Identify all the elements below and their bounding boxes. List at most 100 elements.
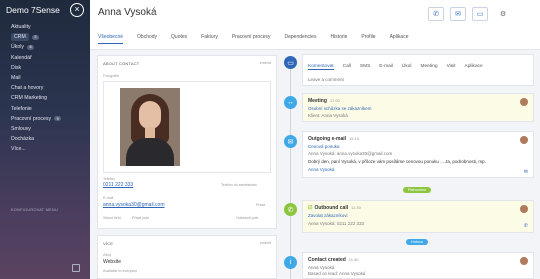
- sidebar-item-label: Aktuality: [11, 24, 31, 31]
- email-value[interactable]: anna.vysoka30@gmail.com: [103, 202, 165, 208]
- meeting-icon: ↔: [284, 96, 297, 109]
- composer-tab-meeting[interactable]: Meeting: [420, 64, 437, 70]
- sidebar-item-vice[interactable]: Více...: [0, 144, 90, 154]
- tab-pracovni-procesy[interactable]: Pracovní procesy: [232, 34, 271, 44]
- sidebar-item-pracovni-procesy[interactable]: Pracovní procesy 9: [0, 114, 90, 124]
- contact-name: Anna Vysoká: [98, 7, 157, 18]
- sidebar-menu: Aktuality CRM 2 Úkoly 6 Kalendář Disk Mail…: [0, 20, 90, 154]
- tab-quotes[interactable]: Quotes: [171, 34, 187, 44]
- select-field-label[interactable]: Select field: [103, 216, 121, 220]
- pencil-icon[interactable]: ✎: [152, 10, 157, 17]
- entry-lead: Based on lead: Anna Vysoká: [308, 271, 366, 276]
- phone-type: Telefon do zaměstnání: [221, 183, 258, 187]
- sidebar-item-dochazka[interactable]: Docházka: [0, 134, 90, 144]
- phone-button[interactable]: ✆: [428, 7, 444, 21]
- card-title: VÍCE: [103, 241, 114, 246]
- tab-profile[interactable]: Profile: [361, 34, 375, 44]
- counter-badge: 2: [31, 34, 39, 40]
- entry-subject[interactable]: Osobní schůzka se zákazníkem: [308, 106, 372, 111]
- photo-frame[interactable]: [103, 81, 271, 173]
- sidebar-item-aktuality[interactable]: Aktuality: [0, 22, 90, 32]
- sidebar-item-label: Mail: [11, 75, 21, 82]
- portal-title[interactable]: Demo 7Sense: [6, 5, 60, 15]
- sidebar-item-kalendar[interactable]: Kalendář: [0, 53, 90, 63]
- composer-tab-sms[interactable]: SMS: [360, 64, 370, 70]
- close-icon[interactable]: ×: [70, 3, 84, 17]
- envelope-icon: ✉: [284, 135, 297, 148]
- timeline-entry-email[interactable]: Outgoing e-mail 15:15 Cenová ponuka Anna …: [302, 131, 534, 178]
- entry-client[interactable]: Anna Vysoká: [308, 167, 334, 172]
- timeline-entry-call[interactable]: ☑ Outbound call 11:30 Zavolat zákazníkovi …: [302, 200, 534, 233]
- entry-client[interactable]: Anna Vysoká: 0211 222 333: [308, 221, 364, 226]
- info-icon: i: [284, 256, 297, 269]
- settings-icon[interactable]: [72, 264, 80, 272]
- sidebar-item-label: Disk: [11, 64, 22, 71]
- sidebar-item-label: Smlouvy: [11, 125, 31, 132]
- sidebar-item-mail[interactable]: Mail: [0, 73, 90, 83]
- edit-link[interactable]: změnit: [260, 241, 271, 245]
- sidebar-item-label: Více...: [11, 146, 26, 153]
- customize-menu-link[interactable]: KONFIGUROVAT MENU: [11, 208, 58, 212]
- email-button[interactable]: ✉: [450, 7, 466, 21]
- phone-value[interactable]: 0211 222 333: [103, 182, 133, 188]
- sidebar-item-telefonie[interactable]: Telefonie: [0, 104, 90, 114]
- settings-button[interactable]: ⚙: [495, 7, 511, 21]
- composer-tab-visit[interactable]: Visit: [447, 64, 456, 70]
- tab-historie[interactable]: Historie: [330, 34, 347, 44]
- entry-subject[interactable]: Cenová ponuka: [308, 144, 340, 149]
- sidebar-item-crm-marketing[interactable]: CRM Marketing: [0, 93, 90, 103]
- photo-label: Fotografie: [103, 74, 120, 78]
- tab-dependencies[interactable]: Dependencies: [284, 34, 316, 44]
- more-card: VÍCE změnit Zdroj Website Available to e…: [97, 235, 277, 279]
- card-title: ABOUT CONTACT: [103, 61, 140, 66]
- tab-faktury[interactable]: Faktury: [201, 34, 218, 44]
- tab-obchody[interactable]: Obchody: [137, 34, 157, 44]
- sidebar-item-ukoly[interactable]: Úkoly 6: [0, 42, 90, 52]
- done-divider: Hotovo: [406, 239, 429, 245]
- entry-body: Dobrý den, paní Vysoká, v příloze vám po…: [308, 159, 486, 164]
- sidebar-item-label: Pracovní procesy: [11, 115, 52, 122]
- sidebar-item-smlouvy[interactable]: Smlouvy: [0, 124, 90, 134]
- composer-tab-apps[interactable]: Aplikace: [465, 64, 483, 70]
- email-type: Práce: [256, 203, 266, 207]
- reply-icon[interactable]: ✉: [524, 169, 528, 175]
- counter-badge: 6: [26, 44, 35, 50]
- entry-recipient: Anna Vysoká: anna.vysoka30@gmail.com: [308, 151, 393, 156]
- message-button[interactable]: ▭: [472, 7, 488, 21]
- entry-subject[interactable]: Zavolat zákazníkovi: [308, 213, 348, 218]
- composer-tab-call[interactable]: Call: [343, 64, 351, 70]
- sidebar-item-disk[interactable]: Disk: [0, 63, 90, 73]
- source-value: Website: [103, 259, 121, 265]
- delete-field-link[interactable]: Odstranit pole: [236, 216, 258, 220]
- entry-title: Contact created 11:30: [308, 257, 359, 263]
- entry-title: ☑ Outbound call 11:30: [308, 205, 361, 211]
- timeline-entry-created[interactable]: Contact created 11:30 Anna Vysoká Based o…: [302, 252, 534, 279]
- entry-title: Outgoing e-mail 15:15: [308, 136, 360, 142]
- composer-tab-task[interactable]: Úkol: [402, 64, 412, 70]
- entry-client[interactable]: Klient: Anna Vysoká: [308, 113, 348, 118]
- sidebar: Demo 7Sense × Aktuality CRM 2 Úkoly 6 Kale…: [0, 0, 90, 279]
- tab-vseobecne[interactable]: Všeobecné: [98, 34, 124, 44]
- add-field-link[interactable]: Přidat pole: [132, 216, 149, 220]
- sidebar-item-crm[interactable]: CRM 2: [0, 32, 90, 42]
- composer-tab-email[interactable]: E-mail: [379, 64, 393, 70]
- comment-input[interactable]: Leave a comment: [308, 77, 344, 82]
- phone-icon: ✆: [433, 11, 439, 18]
- sidebar-item-chat[interactable]: Chat a hovory: [0, 83, 90, 93]
- chat-icon: ▭: [476, 11, 484, 18]
- phone-icon[interactable]: ✆: [524, 223, 528, 229]
- composer-tab-comment[interactable]: Komentovat: [308, 64, 334, 70]
- timeline-line: [290, 57, 291, 279]
- contact-tabs: Všeobecné Obchody Quotes Faktury Pracovn…: [98, 34, 423, 44]
- edit-link[interactable]: změnit: [260, 61, 271, 65]
- timeline-entry-meeting[interactable]: Meeting 17:00 Osobní schůzka se zákazníke…: [302, 93, 534, 122]
- avatar: [520, 136, 528, 144]
- avatar: [520, 205, 528, 213]
- checkbox-icon[interactable]: ☑: [308, 205, 312, 211]
- about-contact-card: ABOUT CONTACT změnit Fotografie Telefon …: [97, 55, 277, 229]
- sidebar-item-label: Docházka: [11, 136, 35, 143]
- tab-aplikace[interactable]: Aplikace: [390, 34, 409, 44]
- composer-tabs: Komentovat Call SMS E-mail Úkol Meeting …: [308, 64, 492, 70]
- activity-composer: Komentovat Call SMS E-mail Úkol Meeting …: [302, 54, 534, 86]
- avatar: [520, 257, 528, 265]
